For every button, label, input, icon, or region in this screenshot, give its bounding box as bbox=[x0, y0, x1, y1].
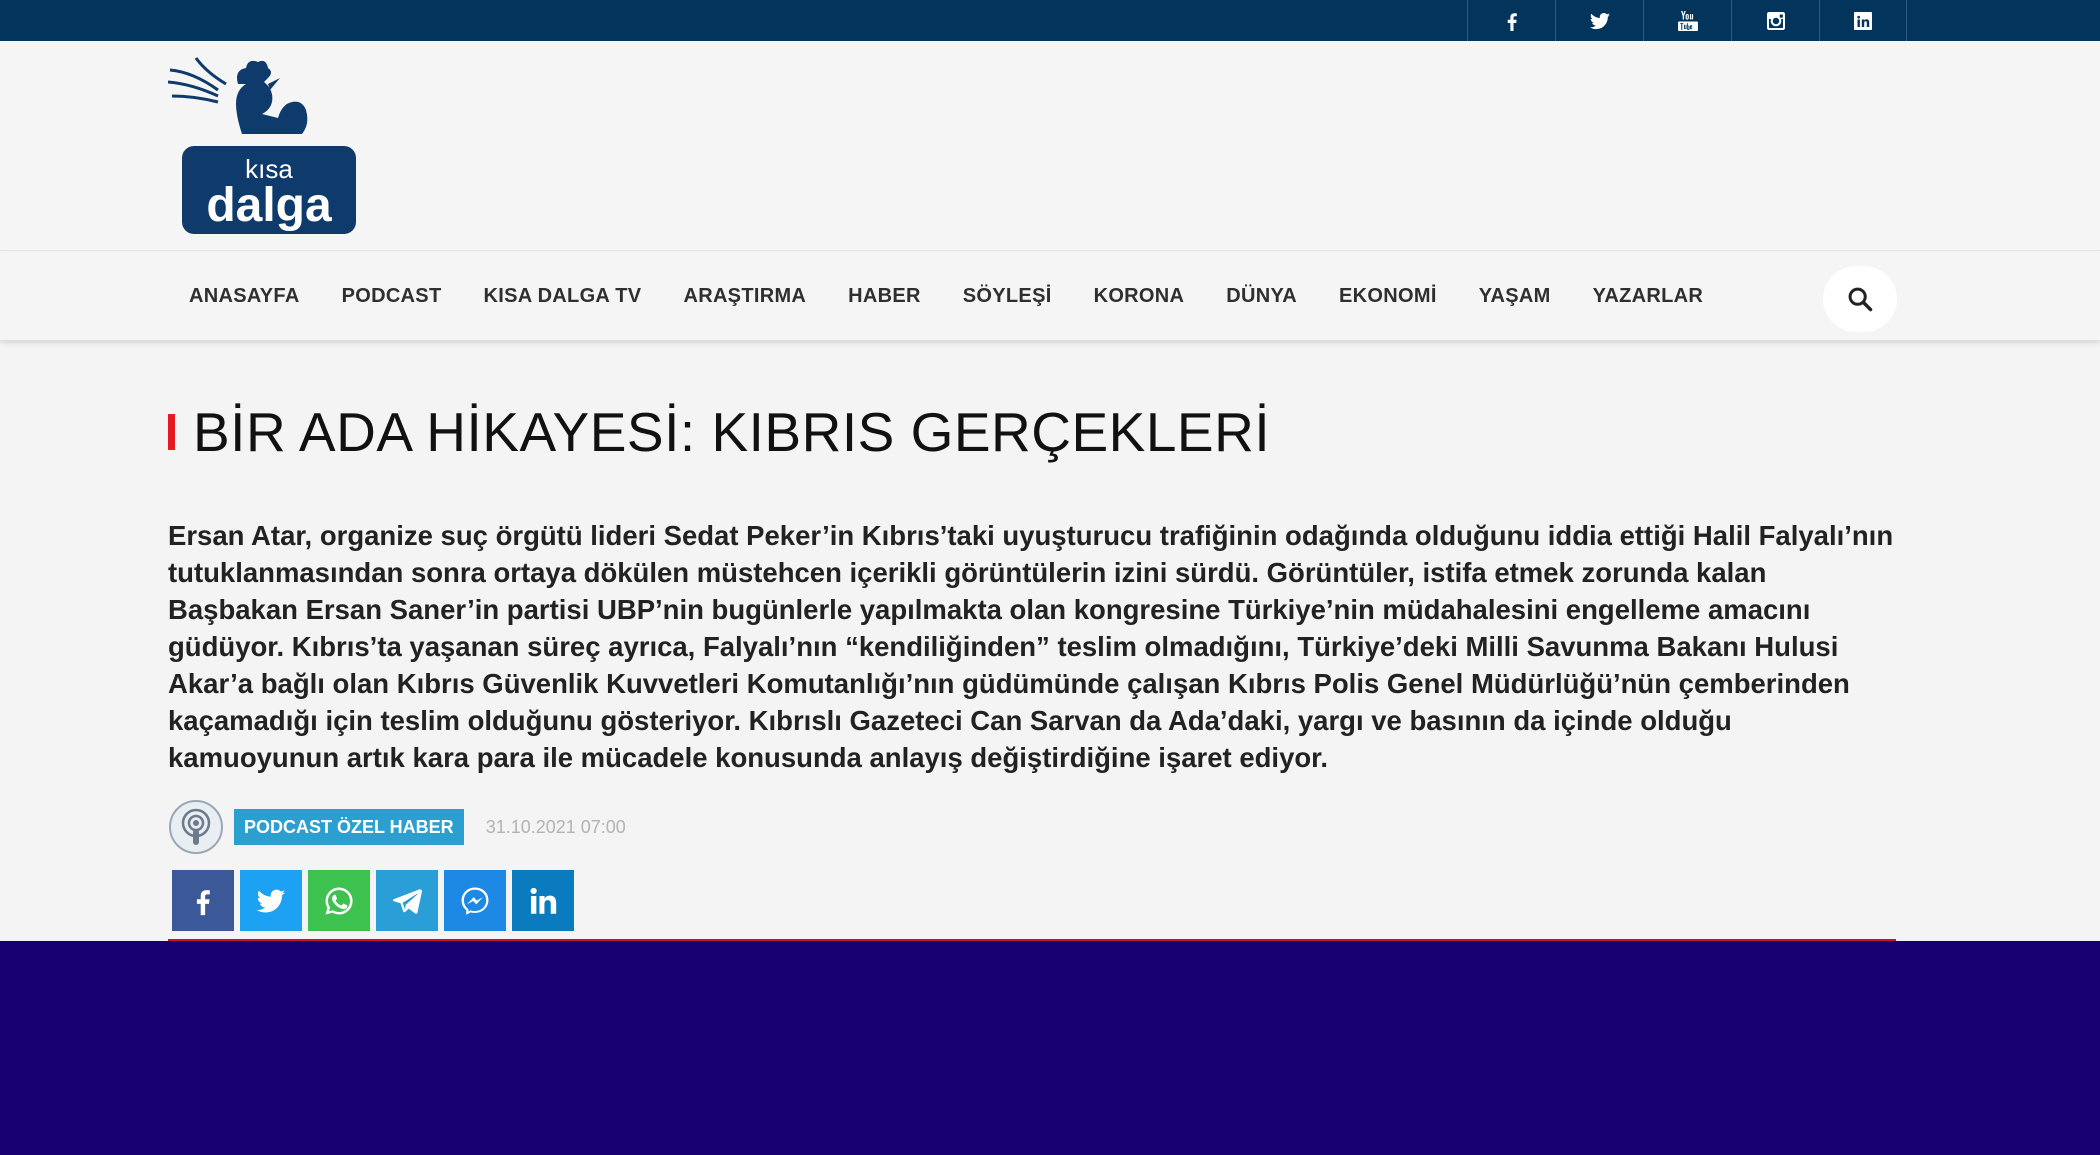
logo-text-dalga: dalga bbox=[206, 179, 332, 232]
messenger-icon bbox=[461, 887, 489, 915]
nav-item-yasam[interactable]: YAŞAM bbox=[1458, 285, 1572, 308]
article-title: BİR ADA HİKAYESİ: KIBRIS GERÇEKLERİ bbox=[193, 401, 1271, 463]
nav-item-podcast[interactable]: PODCAST bbox=[321, 285, 463, 308]
main-nav: ANASAYFA PODCAST KISA DALGA TV ARAŞTIRMA… bbox=[0, 252, 2100, 340]
facebook-icon bbox=[196, 889, 210, 915]
share-whatsapp-button[interactable] bbox=[308, 870, 370, 931]
top-social-links bbox=[1467, 0, 1907, 41]
share-twitter-button[interactable] bbox=[240, 870, 302, 931]
nav-item-ekonomi[interactable]: EKONOMİ bbox=[1318, 285, 1458, 308]
podcast-icon bbox=[169, 800, 223, 854]
nav-item-korona[interactable]: KORONA bbox=[1073, 285, 1206, 308]
article-title-block: BİR ADA HİKAYESİ: KIBRIS GERÇEKLERİ bbox=[168, 400, 1270, 464]
top-facebook-link[interactable] bbox=[1467, 0, 1555, 41]
nav-item-arastirma[interactable]: ARAŞTIRMA bbox=[662, 285, 827, 308]
top-linkedin-link[interactable] bbox=[1819, 0, 1907, 41]
nav-item-yazarlar[interactable]: YAZARLAR bbox=[1572, 285, 1725, 308]
kisa-dalga-logo[interactable]: kısa dalga bbox=[167, 56, 364, 238]
search-button[interactable] bbox=[1823, 266, 1897, 332]
whatsapp-icon bbox=[325, 887, 353, 914]
share-telegram-button[interactable] bbox=[376, 870, 438, 931]
nav-item-dunya[interactable]: DÜNYA bbox=[1205, 285, 1318, 308]
share-facebook-button[interactable] bbox=[172, 870, 234, 931]
share-messenger-button[interactable] bbox=[444, 870, 506, 931]
youtube-icon bbox=[1677, 10, 1698, 31]
category-tag[interactable]: PODCAST ÖZEL HABER bbox=[234, 809, 464, 845]
instagram-icon bbox=[1766, 11, 1785, 30]
share-linkedin-button[interactable] bbox=[512, 870, 574, 931]
linkedin-icon bbox=[1854, 11, 1872, 30]
nav-item-soylesi[interactable]: SÖYLEŞİ bbox=[942, 285, 1073, 308]
top-bar bbox=[0, 0, 2100, 41]
site-header: kısa dalga bbox=[0, 41, 2100, 251]
linkedin-icon bbox=[530, 887, 557, 914]
twitter-icon bbox=[256, 889, 286, 912]
publish-date: 31.10.2021 07:00 bbox=[485, 816, 626, 837]
top-instagram-link[interactable] bbox=[1731, 0, 1819, 41]
nav-item-haber[interactable]: HABER bbox=[827, 285, 942, 308]
footer-area bbox=[0, 941, 2100, 1155]
nav-menu: ANASAYFA PODCAST KISA DALGA TV ARAŞTIRMA… bbox=[168, 252, 1724, 340]
facebook-icon bbox=[1507, 12, 1517, 31]
article-summary: Ersan Atar, organize suç örgütü lideri S… bbox=[168, 520, 1894, 773]
twitter-icon bbox=[1589, 12, 1610, 29]
article-meta: PODCAST ÖZEL HABER 31.10.2021 07:00 bbox=[168, 798, 626, 856]
nav-item-kisa-dalga-tv[interactable]: KISA DALGA TV bbox=[462, 285, 662, 308]
share-buttons bbox=[172, 870, 580, 931]
telegram-icon bbox=[392, 888, 422, 914]
nav-item-anasayfa[interactable]: ANASAYFA bbox=[168, 285, 321, 308]
top-youtube-link[interactable] bbox=[1643, 0, 1731, 41]
title-accent-bar bbox=[168, 414, 175, 450]
top-twitter-link[interactable] bbox=[1555, 0, 1643, 41]
search-icon bbox=[1848, 287, 1873, 312]
